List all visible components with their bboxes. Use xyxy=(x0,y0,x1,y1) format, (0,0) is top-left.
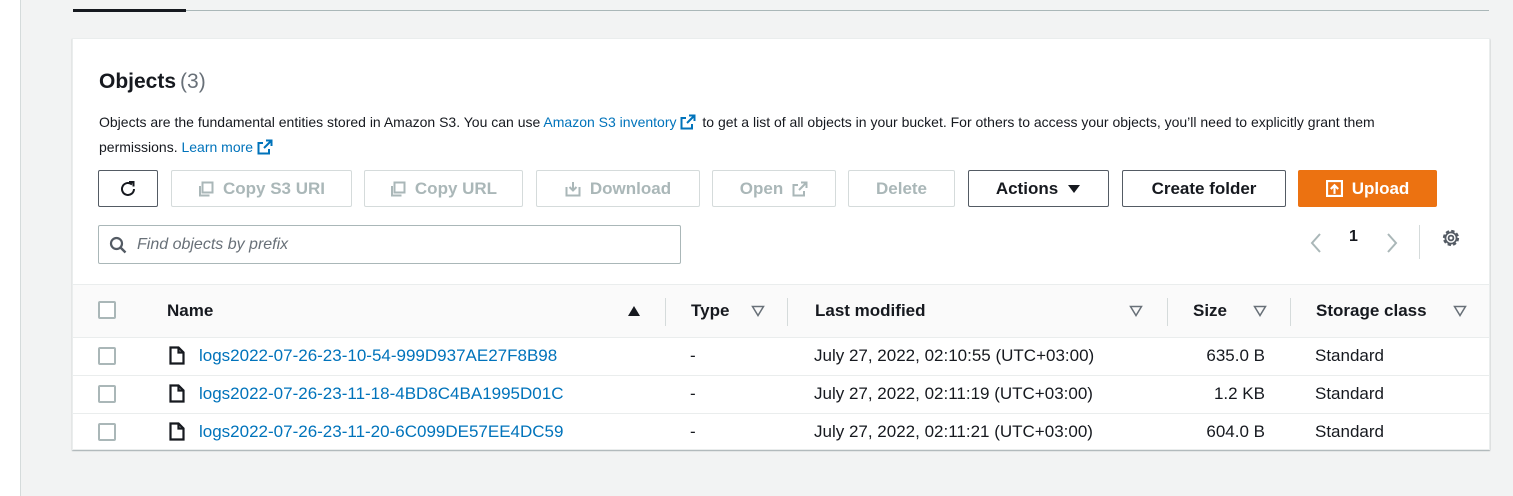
table-row[interactable]: logs2022-07-26-23-11-18-4BD8C4BA1995D01C… xyxy=(73,376,1489,414)
object-size: 604.0 B xyxy=(1206,422,1265,441)
refresh-icon xyxy=(121,180,135,196)
row-checkbox[interactable] xyxy=(98,385,116,403)
copy-icon xyxy=(390,181,406,196)
delete-button[interactable]: Delete xyxy=(848,170,955,207)
object-last-modified: July 27, 2022, 02:10:55 (UTC+03:00) xyxy=(814,346,1095,365)
next-page-button[interactable] xyxy=(1385,226,1399,260)
objects-title: Objects xyxy=(99,70,177,93)
download-label: Download xyxy=(589,178,672,198)
find-objects-search[interactable] xyxy=(98,225,681,264)
open-label: Open xyxy=(739,178,784,198)
previous-page-button[interactable] xyxy=(1309,226,1323,260)
actions-dropdown-button[interactable]: Actions xyxy=(968,170,1109,207)
copy-s3-uri-label: Copy S3 URI xyxy=(222,178,326,198)
object-last-modified: July 27, 2022, 02:11:19 (UTC+03:00) xyxy=(814,384,1093,403)
copy-icon xyxy=(198,181,214,196)
upload-icon xyxy=(1325,180,1343,197)
sort-icon[interactable] xyxy=(751,305,765,317)
column-header-storage-class[interactable]: Storage class xyxy=(1316,301,1427,321)
sort-ascending-icon[interactable] xyxy=(627,305,641,317)
objects-description: Objects are the fundamental entities sto… xyxy=(99,110,1439,160)
object-name-link[interactable]: logs2022-07-26-23-11-20-6C099DE57EE4DC59 xyxy=(199,422,563,442)
upload-button[interactable]: Upload xyxy=(1298,170,1437,207)
object-last-modified: July 27, 2022, 02:11:21 (UTC+03:00) xyxy=(814,422,1093,441)
search-input[interactable] xyxy=(137,235,657,254)
pagination-divider xyxy=(1419,225,1420,259)
file-icon xyxy=(169,384,185,403)
table-preferences-button[interactable] xyxy=(1440,227,1462,254)
object-type: - xyxy=(690,422,696,441)
file-icon xyxy=(169,346,185,365)
actions-label: Actions xyxy=(995,178,1059,198)
objects-count: (3) xyxy=(180,70,206,93)
column-header-name[interactable]: Name xyxy=(167,301,213,321)
column-header-size[interactable]: Size xyxy=(1193,301,1227,321)
description-text-1: Objects are the fundamental entities sto… xyxy=(99,114,544,130)
settings-gear-icon xyxy=(1442,229,1460,247)
file-icon xyxy=(169,422,185,441)
copy-s3-uri-button[interactable]: Copy S3 URI xyxy=(171,170,352,207)
copy-url-label: Copy URL xyxy=(414,178,498,198)
objects-panel: Objects (3) Objects are the fundamental e… xyxy=(72,38,1490,450)
download-button[interactable]: Download xyxy=(536,170,700,207)
sort-icon[interactable] xyxy=(1453,305,1467,317)
current-page-number[interactable]: 1 xyxy=(1349,228,1358,246)
download-icon xyxy=(565,181,581,196)
sort-icon[interactable] xyxy=(1129,305,1143,317)
sort-icon[interactable] xyxy=(1253,305,1267,317)
s3-inventory-link[interactable]: Amazon S3 inventory xyxy=(543,114,676,130)
left-navigation-strip xyxy=(0,0,21,496)
search-icon xyxy=(109,236,127,253)
create-folder-label: Create folder xyxy=(1151,178,1257,198)
chevron-right-icon xyxy=(1387,233,1398,253)
objects-heading: Objects (3) xyxy=(99,70,206,94)
select-all-checkbox[interactable] xyxy=(98,301,116,319)
object-name-link[interactable]: logs2022-07-26-23-10-54-999D937AE27F8B98 xyxy=(199,346,557,366)
column-divider[interactable] xyxy=(665,298,666,326)
external-link-icon xyxy=(680,114,696,130)
object-type: - xyxy=(690,384,696,403)
create-folder-button[interactable]: Create folder xyxy=(1122,170,1286,207)
column-divider[interactable] xyxy=(1167,298,1168,326)
column-header-type[interactable]: Type xyxy=(691,301,729,321)
object-name-link[interactable]: logs2022-07-26-23-11-18-4BD8C4BA1995D01C xyxy=(199,384,563,404)
column-header-last-modified[interactable]: Last modified xyxy=(815,301,926,321)
external-link-icon xyxy=(792,181,808,196)
learn-more-link[interactable]: Learn more xyxy=(181,139,253,155)
column-divider[interactable] xyxy=(1290,298,1291,326)
copy-url-button[interactable]: Copy URL xyxy=(364,170,523,207)
upload-label: Upload xyxy=(1351,178,1410,198)
object-storage-class: Standard xyxy=(1315,346,1384,365)
object-size: 1.2 KB xyxy=(1213,384,1265,403)
caret-down-icon xyxy=(1068,184,1081,193)
refresh-button[interactable] xyxy=(98,170,158,207)
external-link-icon xyxy=(257,139,273,155)
object-type: - xyxy=(690,346,696,365)
object-storage-class: Standard xyxy=(1315,384,1384,403)
object-storage-class: Standard xyxy=(1315,422,1384,441)
table-row[interactable]: logs2022-07-26-23-10-54-999D937AE27F8B98… xyxy=(73,338,1489,376)
chevron-left-icon xyxy=(1310,233,1321,253)
open-button[interactable]: Open xyxy=(712,170,836,207)
tab-objects-active-indicator[interactable] xyxy=(73,9,186,12)
row-checkbox[interactable] xyxy=(98,423,116,441)
delete-label: Delete xyxy=(875,178,928,198)
row-checkbox[interactable] xyxy=(98,347,116,365)
table-header: Name Type Last modified Size Storage cla… xyxy=(73,284,1489,338)
table-row[interactable]: logs2022-07-26-23-11-20-6C099DE57EE4DC59… xyxy=(73,414,1489,452)
tab-bar-divider xyxy=(73,10,1489,11)
object-size: 635.0 B xyxy=(1206,346,1265,365)
column-divider[interactable] xyxy=(787,298,788,326)
